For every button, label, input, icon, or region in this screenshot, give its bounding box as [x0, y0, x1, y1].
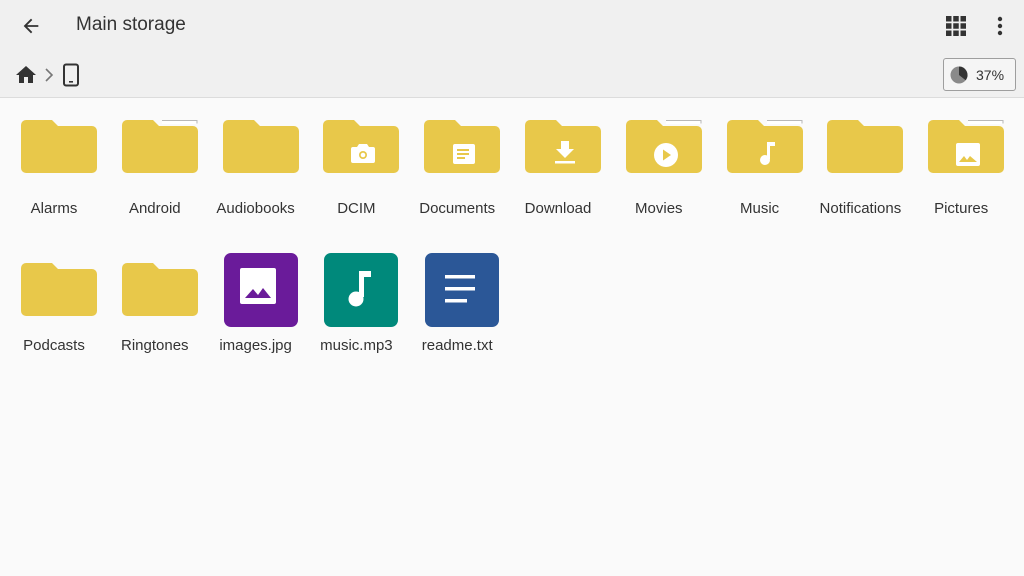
folder-icon: [322, 110, 400, 186]
file-item[interactable]: readme.txt: [406, 253, 506, 383]
folder-item[interactable]: Download: [507, 110, 607, 240]
smartphone-icon: [63, 63, 79, 87]
folder-item[interactable]: Music: [709, 110, 809, 240]
breadcrumb-device[interactable]: [62, 63, 80, 87]
chevron-right-icon: [45, 68, 54, 82]
folder-item[interactable]: Documents: [406, 110, 506, 240]
item-label: Documents: [419, 200, 496, 217]
folder-icon: [927, 110, 1005, 186]
folder-icon: [625, 110, 703, 186]
text-file-icon: [423, 253, 501, 329]
item-label: Download: [524, 200, 592, 217]
grid-view-button[interactable]: [940, 10, 972, 42]
folder-item[interactable]: Android: [104, 110, 204, 240]
item-label: DCIM: [337, 200, 376, 217]
item-label: Podcasts: [23, 337, 85, 354]
folder-item[interactable]: Alarms: [3, 110, 103, 240]
document-icon: [453, 144, 476, 164]
folder-icon: [20, 110, 98, 186]
item-label: Notifications: [819, 200, 902, 217]
image-file-icon: [222, 253, 300, 329]
item-label: Audiobooks: [216, 200, 295, 217]
grid-view-icon: [946, 16, 966, 36]
storage-usage-percent: 37%: [976, 66, 1005, 83]
arrow-back-icon: [23, 18, 39, 34]
file-item[interactable]: music.mp3: [305, 253, 405, 383]
folder-item[interactable]: Podcasts: [3, 253, 103, 383]
item-label: Alarms: [30, 200, 78, 217]
item-label: music.mp3: [320, 337, 393, 354]
folder-icon: [121, 110, 199, 186]
storage-usage-button[interactable]: 37%: [943, 58, 1016, 91]
folder-icon: [726, 110, 804, 186]
page-title: Main storage: [76, 14, 186, 35]
pie-chart-icon: [950, 66, 968, 83]
item-label: Pictures: [934, 200, 989, 217]
item-label: Movies: [635, 200, 683, 217]
play-icon: [653, 143, 678, 167]
app-header: Main storage 37%: [0, 0, 1024, 98]
item-label: Ringtones: [121, 337, 189, 354]
folder-icon: [524, 110, 602, 186]
folder-icon: [826, 110, 904, 186]
breadcrumb: [14, 60, 80, 90]
breadcrumb-home[interactable]: [14, 63, 38, 87]
home-icon: [16, 66, 36, 83]
file-item[interactable]: images.jpg: [205, 253, 305, 383]
image-icon: [239, 268, 276, 304]
folder-item[interactable]: Audiobooks: [205, 110, 305, 240]
folder-item[interactable]: Movies: [608, 110, 708, 240]
folder-item[interactable]: Pictures: [910, 110, 1010, 240]
more-vert-icon: [997, 16, 1003, 36]
more-options-button[interactable]: [986, 10, 1014, 42]
item-label: readme.txt: [421, 337, 493, 354]
audio-file-icon: [322, 253, 400, 329]
back-button[interactable]: [14, 10, 48, 42]
item-label: Music: [740, 200, 780, 217]
folder-icon: [222, 110, 300, 186]
item-label: Android: [128, 200, 181, 217]
folder-item[interactable]: Notifications: [809, 110, 909, 240]
image-icon: [956, 143, 981, 166]
folder-item[interactable]: DCIM: [305, 110, 405, 240]
folder-icon: [423, 110, 501, 186]
folder-icon: [20, 253, 98, 329]
folder-icon: [121, 253, 199, 329]
folder-item[interactable]: Ringtones: [104, 253, 204, 383]
item-label: images.jpg: [219, 337, 292, 354]
breadcrumb-separator: [44, 68, 54, 82]
